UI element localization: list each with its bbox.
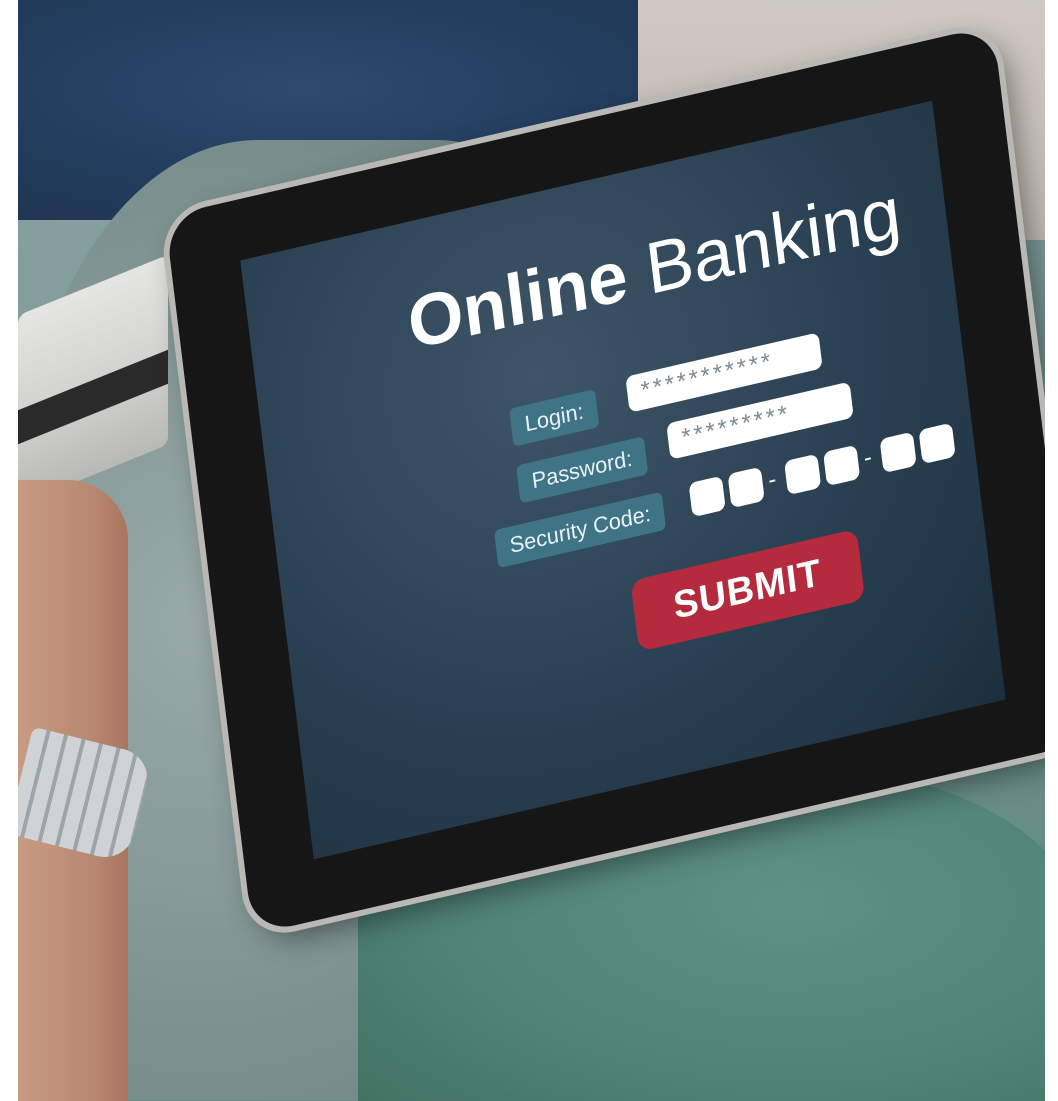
photo-background: Online Banking Login: *********** Passwo… (18, 0, 1045, 1101)
security-code-box-5[interactable] (879, 431, 917, 474)
security-code-box-1[interactable] (688, 475, 726, 518)
title-bold: Online (403, 234, 632, 366)
security-code-box-2[interactable] (727, 466, 765, 509)
tablet-screen: Online Banking Login: *********** Passwo… (240, 100, 1006, 860)
card-magnetic-strip (18, 349, 168, 445)
code-separator-1: - (766, 465, 778, 495)
page-title: Online Banking (404, 171, 905, 366)
submit-button[interactable]: SUBMIT (630, 528, 865, 652)
security-code-label: Security Code: (493, 491, 667, 569)
security-code-box-6[interactable] (918, 422, 956, 465)
login-label: Login: (509, 389, 600, 447)
security-code-box-4[interactable] (823, 444, 861, 487)
password-label: Password: (516, 436, 649, 504)
security-code-box-3[interactable] (784, 453, 822, 496)
code-separator-2: - (862, 443, 874, 473)
title-regular: Banking (641, 171, 905, 311)
